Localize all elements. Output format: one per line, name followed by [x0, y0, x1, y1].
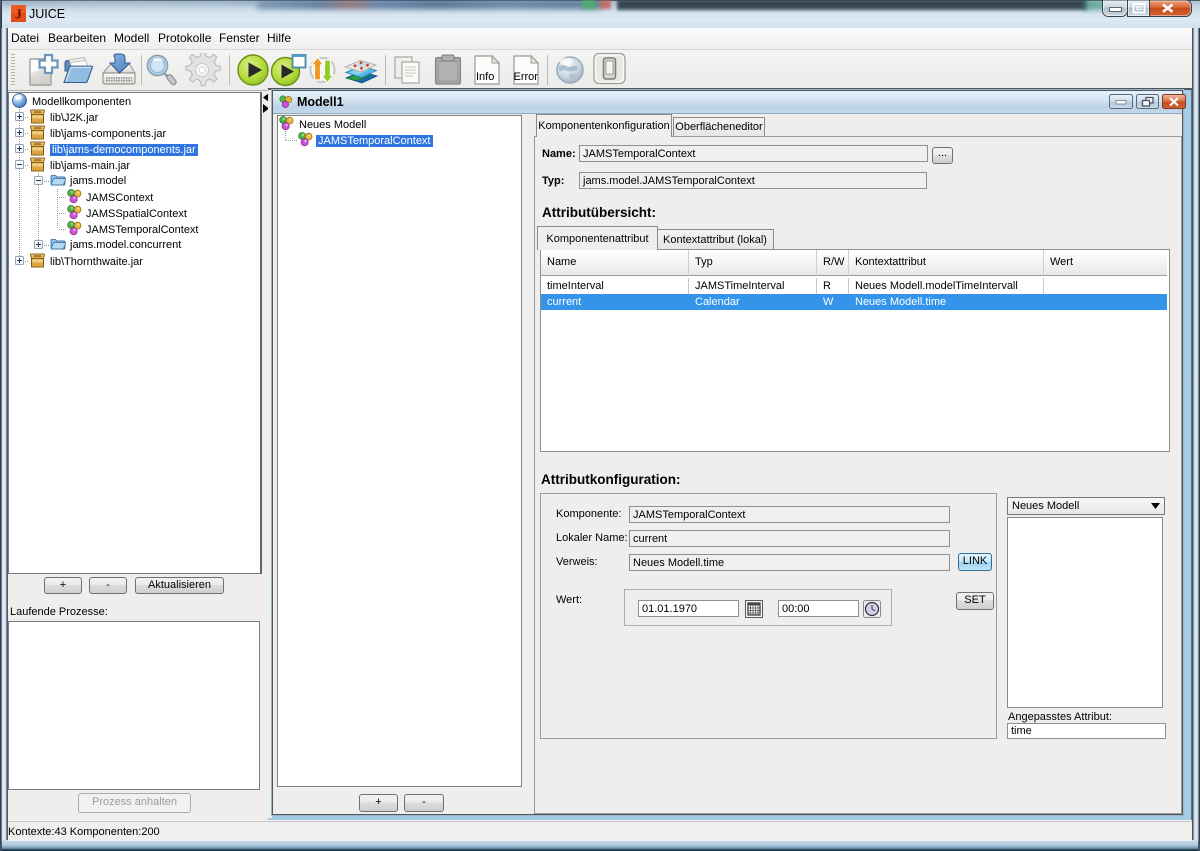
svg-text:Info: Info	[476, 71, 494, 83]
svg-text:Error: Error	[514, 71, 539, 83]
svg-text:J: J	[15, 8, 22, 23]
